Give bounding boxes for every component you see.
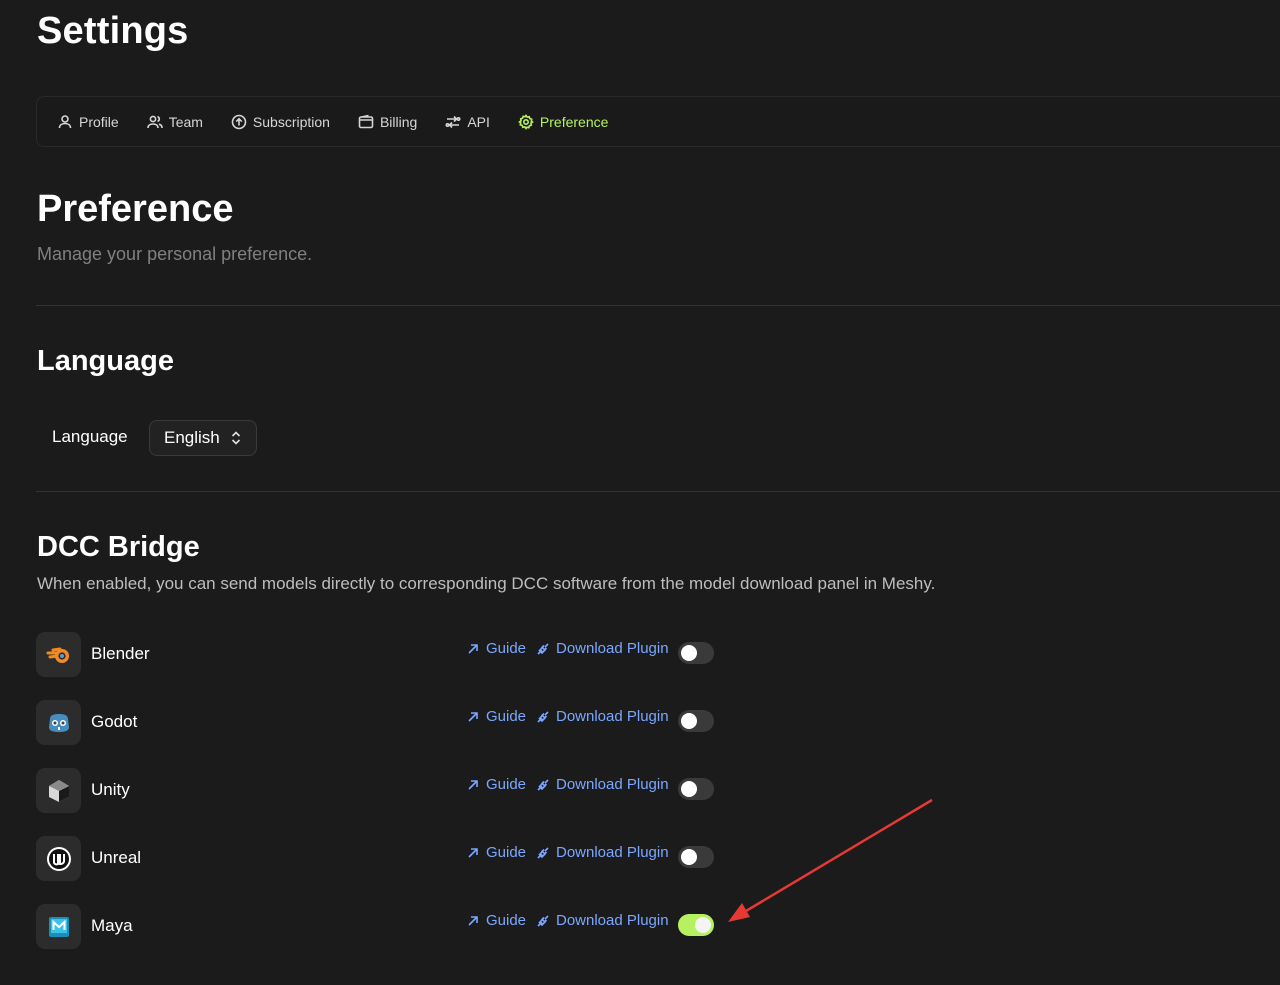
download-plugin-link[interactable]: Download Plugin [536,640,669,657]
toggle-unity[interactable] [678,778,714,800]
tab-profile[interactable]: Profile [57,114,119,130]
section-divider [36,491,1280,492]
chevron-up-down-icon [231,431,240,445]
tab-label: Subscription [252,113,330,130]
language-select[interactable]: English [149,420,257,456]
toggle-knob [681,781,697,797]
external-link-icon [468,643,478,654]
blender-icon [36,632,81,677]
guide-link-label: Guide [486,844,527,861]
external-link-icon [468,847,478,858]
download-plugin-link[interactable]: Download Plugin [536,776,669,793]
tab-label: API [467,113,490,130]
tab-api[interactable]: API [445,114,490,130]
section-title-language: Language [37,345,174,377]
guide-link[interactable]: Guide [466,708,526,725]
gear-icon [518,113,534,130]
dcc-row-unity: Unity Guide Download Plugin [36,768,726,814]
plug-icon [537,846,549,859]
dcc-row-blender: Blender Guide Download Plugin [36,632,726,678]
plug-icon [537,710,549,723]
tab-team[interactable]: Team [146,113,203,130]
plug-icon [537,914,549,927]
arrow-up-circle-icon [231,114,247,129]
external-link-icon [468,779,478,790]
users-icon [146,115,163,128]
guide-link-label: Guide [486,912,527,929]
tab-label: Preference [539,113,609,130]
toggle-knob [681,645,697,661]
toggle-godot[interactable] [678,710,714,732]
tab-label: Billing [379,113,418,130]
page-title: Settings [37,10,189,52]
tab-label: Profile [79,113,119,130]
tab-preference[interactable]: Preference [518,114,608,130]
app-name: Godot [91,712,138,731]
tab-billing[interactable]: Billing [358,114,417,130]
language-select-value: English [164,428,220,447]
guide-link-label: Guide [486,708,527,725]
app-name: Maya [91,916,133,935]
tab-label: Team [168,113,203,130]
app-name: Blender [91,644,150,663]
external-link-icon [468,915,478,926]
download-plugin-link[interactable]: Download Plugin [536,912,669,929]
user-icon [58,114,72,128]
guide-link-label: Guide [486,640,527,657]
download-plugin-label: Download Plugin [556,844,669,861]
download-plugin-link[interactable]: Download Plugin [536,708,669,725]
unreal-icon [36,836,81,881]
guide-link[interactable]: Guide [466,912,526,929]
toggle-knob [681,849,697,865]
guide-link[interactable]: Guide [466,640,526,657]
tab-subscription[interactable]: Subscription [231,114,330,130]
toggle-knob [681,713,697,729]
app-name: Unity [91,780,130,799]
api-icon [445,115,461,128]
download-plugin-link[interactable]: Download Plugin [536,844,669,861]
toggle-blender[interactable] [678,642,714,664]
guide-link-label: Guide [486,776,527,793]
toggle-unreal[interactable] [678,846,714,868]
settings-tabbar: Profile Team Subscription Billing API Pr… [36,96,1280,147]
download-plugin-label: Download Plugin [556,776,669,793]
annotation-arrow [728,798,933,922]
section-divider [36,305,1280,306]
unity-icon [36,768,81,813]
app-name: Unreal [91,848,142,867]
plug-icon [537,642,549,655]
wallet-icon [358,114,374,128]
toggle-knob [695,917,711,933]
download-plugin-label: Download Plugin [556,912,669,929]
godot-icon [36,700,81,745]
plug-icon [537,778,549,791]
settings-page: Settings Profile Team Subscription Billi… [0,0,1280,985]
guide-link[interactable]: Guide [466,844,526,861]
dcc-row-unreal: Unreal Guide Download Plugin [36,836,726,882]
guide-link[interactable]: Guide [466,776,526,793]
language-label: Language [52,427,128,446]
download-plugin-label: Download Plugin [556,640,669,657]
dcc-row-godot: Godot Guide Download Plugin [36,700,726,746]
toggle-maya[interactable] [678,914,714,936]
download-plugin-label: Download Plugin [556,708,669,725]
external-link-icon [468,711,478,722]
dcc-row-maya: Maya Guide Download Plugin [36,904,726,950]
maya-icon [36,904,81,949]
section-subtitle-preference: Manage your personal preference. [37,244,313,264]
section-title-dcc-bridge: DCC Bridge [37,531,200,563]
section-description-dcc-bridge: When enabled, you can send models direct… [37,574,936,593]
section-title-preference: Preference [37,188,234,230]
